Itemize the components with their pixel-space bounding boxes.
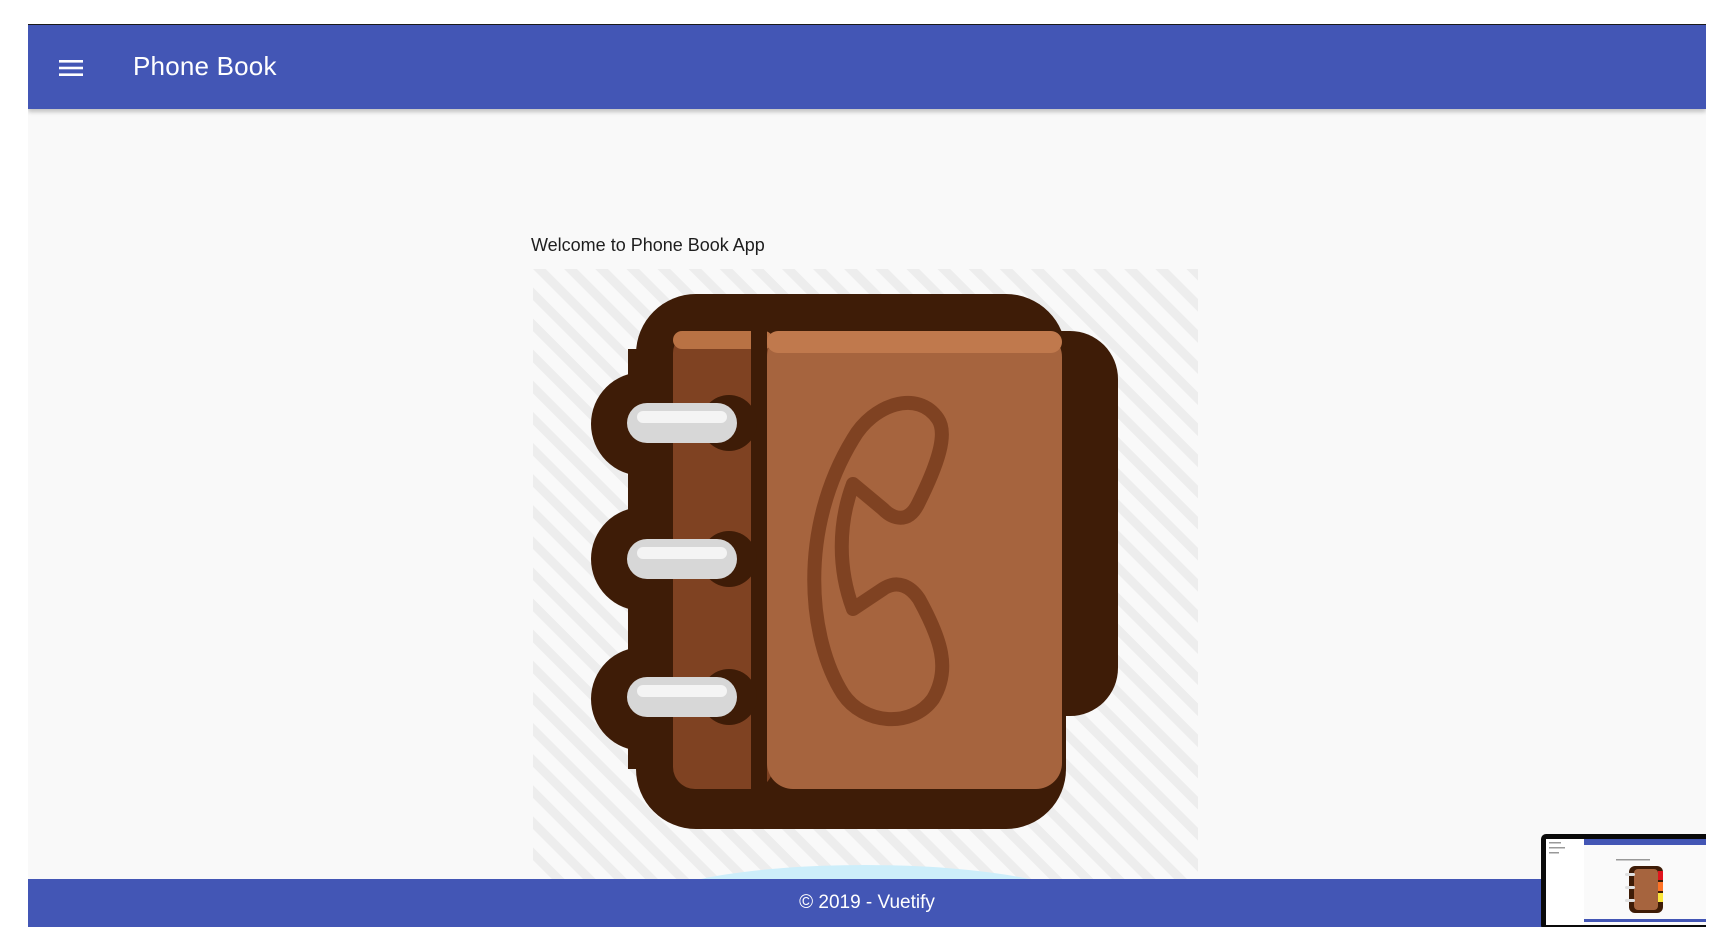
app-title: Phone Book — [133, 51, 277, 81]
menu-button[interactable] — [48, 45, 94, 91]
thumbnail-screen — [1546, 839, 1706, 925]
app-toolbar: Phone Book — [28, 25, 1706, 109]
phone-book-illustration — [533, 269, 1198, 879]
footer-copyright: © 2019 - Vuetify — [799, 892, 935, 913]
app-footer: © 2019 - Vuetify — [28, 879, 1706, 927]
screen-preview-thumbnail[interactable] — [1541, 834, 1706, 927]
main-content: Welcome to Phone Book App — [28, 109, 1706, 879]
thumbnail-preview-image — [1546, 839, 1706, 925]
welcome-text: Welcome to Phone Book App — [531, 235, 765, 255]
app-window: Phone Book Welcome to Phone Book App © 2… — [28, 24, 1706, 927]
menu-icon — [59, 60, 83, 76]
